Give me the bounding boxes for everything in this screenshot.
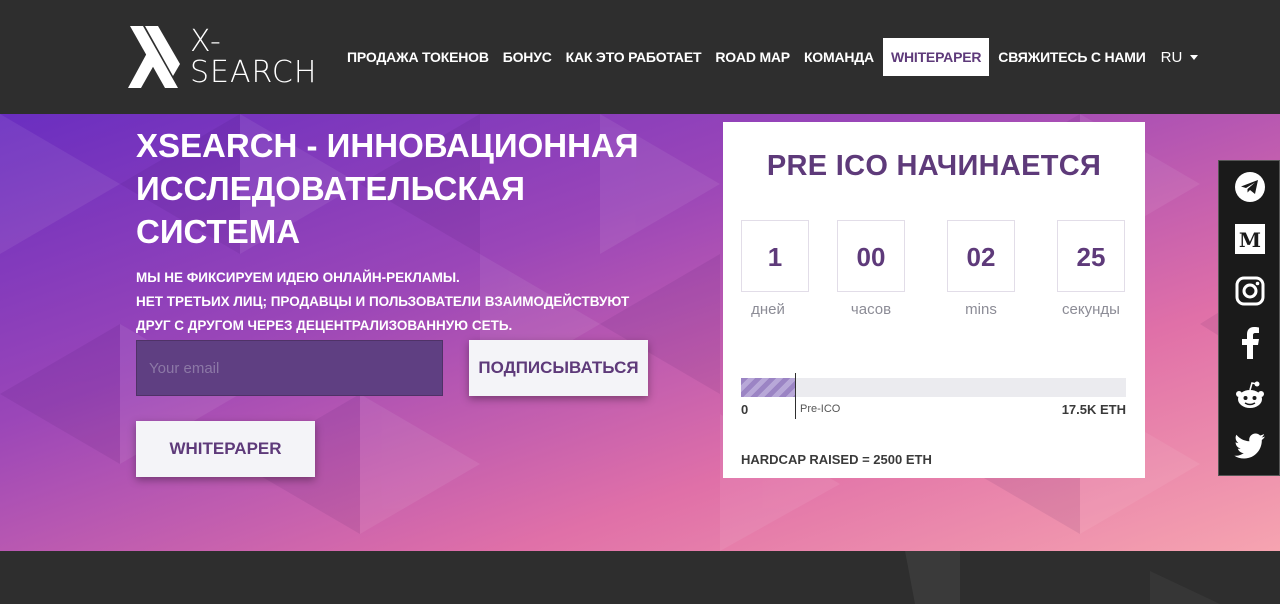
logo-text: X- SEARCH bbox=[190, 26, 317, 88]
site-header: X- SEARCH ПРОДАЖА ТОКЕНОВ БОНУС КАК ЭТО … bbox=[0, 0, 1280, 114]
reddit-icon bbox=[1236, 381, 1264, 408]
whitepaper-button[interactable]: WHITEPAPER bbox=[136, 421, 315, 477]
facebook-link[interactable] bbox=[1232, 325, 1268, 361]
progress-bar-fill bbox=[741, 378, 795, 397]
footer-strip bbox=[0, 551, 1280, 604]
nav-item-team[interactable]: КОМАНДА bbox=[797, 38, 881, 76]
hero-description: МЫ НЕ ФИКСИРУЕМ ИДЕЮ ОНЛАЙН-РЕКЛАМЫ. НЕТ… bbox=[136, 266, 696, 338]
medium-icon: M bbox=[1235, 224, 1265, 254]
reddit-link[interactable] bbox=[1232, 377, 1268, 413]
instagram-link[interactable] bbox=[1232, 273, 1268, 309]
instagram-icon bbox=[1235, 276, 1265, 306]
countdown-minutes-value: 02 bbox=[947, 220, 1015, 292]
facebook-icon bbox=[1242, 327, 1259, 359]
progress-bar bbox=[741, 378, 1126, 397]
progress-min-label: 0 bbox=[741, 402, 749, 417]
hero-desc-line-1: МЫ НЕ ФИКСИРУЕМ ИДЕЮ ОНЛАЙН-РЕКЛАМЫ. bbox=[136, 270, 460, 285]
subscribe-button[interactable]: ПОДПИСЫВАТЬСЯ bbox=[469, 340, 648, 396]
countdown-seconds-label: секунды bbox=[1062, 301, 1120, 318]
hero-desc-line-3: ДРУГ С ДРУГОМ ЧЕРЕЗ ДЕЦЕНТРАЛИЗОВАННУЮ С… bbox=[136, 318, 513, 333]
nav-item-whitepaper[interactable]: WHITEPAPER bbox=[882, 38, 990, 76]
progress-stage-label: Pre-ICO bbox=[800, 403, 841, 415]
hero-title: XSEARCH - ИННОВАЦИОННАЯ ИССЛЕДОВАТЕЛЬСКА… bbox=[136, 127, 639, 250]
logo-line-2: SEARCH bbox=[190, 55, 318, 90]
nav-item-contact[interactable]: СВЯЖИТЕСЬ С НАМИ bbox=[991, 38, 1152, 76]
nav-item-bonus[interactable]: БОНУС bbox=[496, 38, 559, 76]
email-input[interactable] bbox=[136, 340, 443, 396]
countdown-seconds-value: 25 bbox=[1057, 220, 1125, 292]
svg-text:M: M bbox=[1239, 228, 1261, 252]
hero-desc-line-2: НЕТ ТРЕТЬИХ ЛИЦ; ПРОДАВЦЫ И ПОЛЬЗОВАТЕЛИ… bbox=[136, 294, 630, 309]
footer-decoration bbox=[905, 551, 1220, 604]
pre-ico-card: PRE ICO НАЧИНАЕТСЯ 1 00 02 25 дней часов… bbox=[723, 122, 1145, 478]
countdown-hours-value: 00 bbox=[837, 220, 905, 292]
social-sidebar: M bbox=[1218, 160, 1280, 476]
progress-max-label: 17.5K ETH bbox=[1061, 402, 1126, 417]
nav-item-how-it-works[interactable]: КАК ЭТО РАБОТАЕТ bbox=[559, 38, 709, 76]
logo-x-icon bbox=[128, 26, 180, 88]
medium-link[interactable]: M bbox=[1232, 221, 1268, 257]
nav-item-road-map[interactable]: ROAD MAP bbox=[708, 38, 797, 76]
countdown-days-value: 1 bbox=[741, 220, 809, 292]
countdown-title: PRE ICO НАЧИНАЕТСЯ bbox=[766, 150, 1102, 182]
logo-line-1: X- bbox=[190, 24, 222, 59]
caret-down-icon bbox=[1190, 54, 1199, 60]
nav-item-token-sale[interactable]: ПРОДАЖА ТОКЕНОВ bbox=[340, 38, 496, 76]
language-label: RU bbox=[1160, 48, 1183, 66]
countdown-hours-label: часов bbox=[850, 301, 892, 318]
twitter-link[interactable] bbox=[1232, 429, 1268, 465]
language-selector[interactable]: RU bbox=[1153, 49, 1199, 66]
logo[interactable]: X- SEARCH bbox=[128, 26, 316, 90]
telegram-link[interactable] bbox=[1232, 169, 1268, 205]
telegram-icon bbox=[1235, 172, 1265, 202]
countdown-minutes-label: mins bbox=[965, 301, 997, 318]
hero-section: XSEARCH - ИННОВАЦИОННАЯ ИССЛЕДОВАТЕЛЬСКА… bbox=[0, 114, 1280, 551]
twitter-icon bbox=[1234, 433, 1265, 459]
progress-stage-marker bbox=[795, 373, 796, 419]
main-nav: ПРОДАЖА ТОКЕНОВ БОНУС КАК ЭТО РАБОТАЕТ R… bbox=[340, 38, 1199, 76]
hardcap-text: HARDCAP RAISED = 2500 ETH bbox=[741, 452, 932, 467]
countdown-days-label: дней bbox=[751, 301, 785, 318]
